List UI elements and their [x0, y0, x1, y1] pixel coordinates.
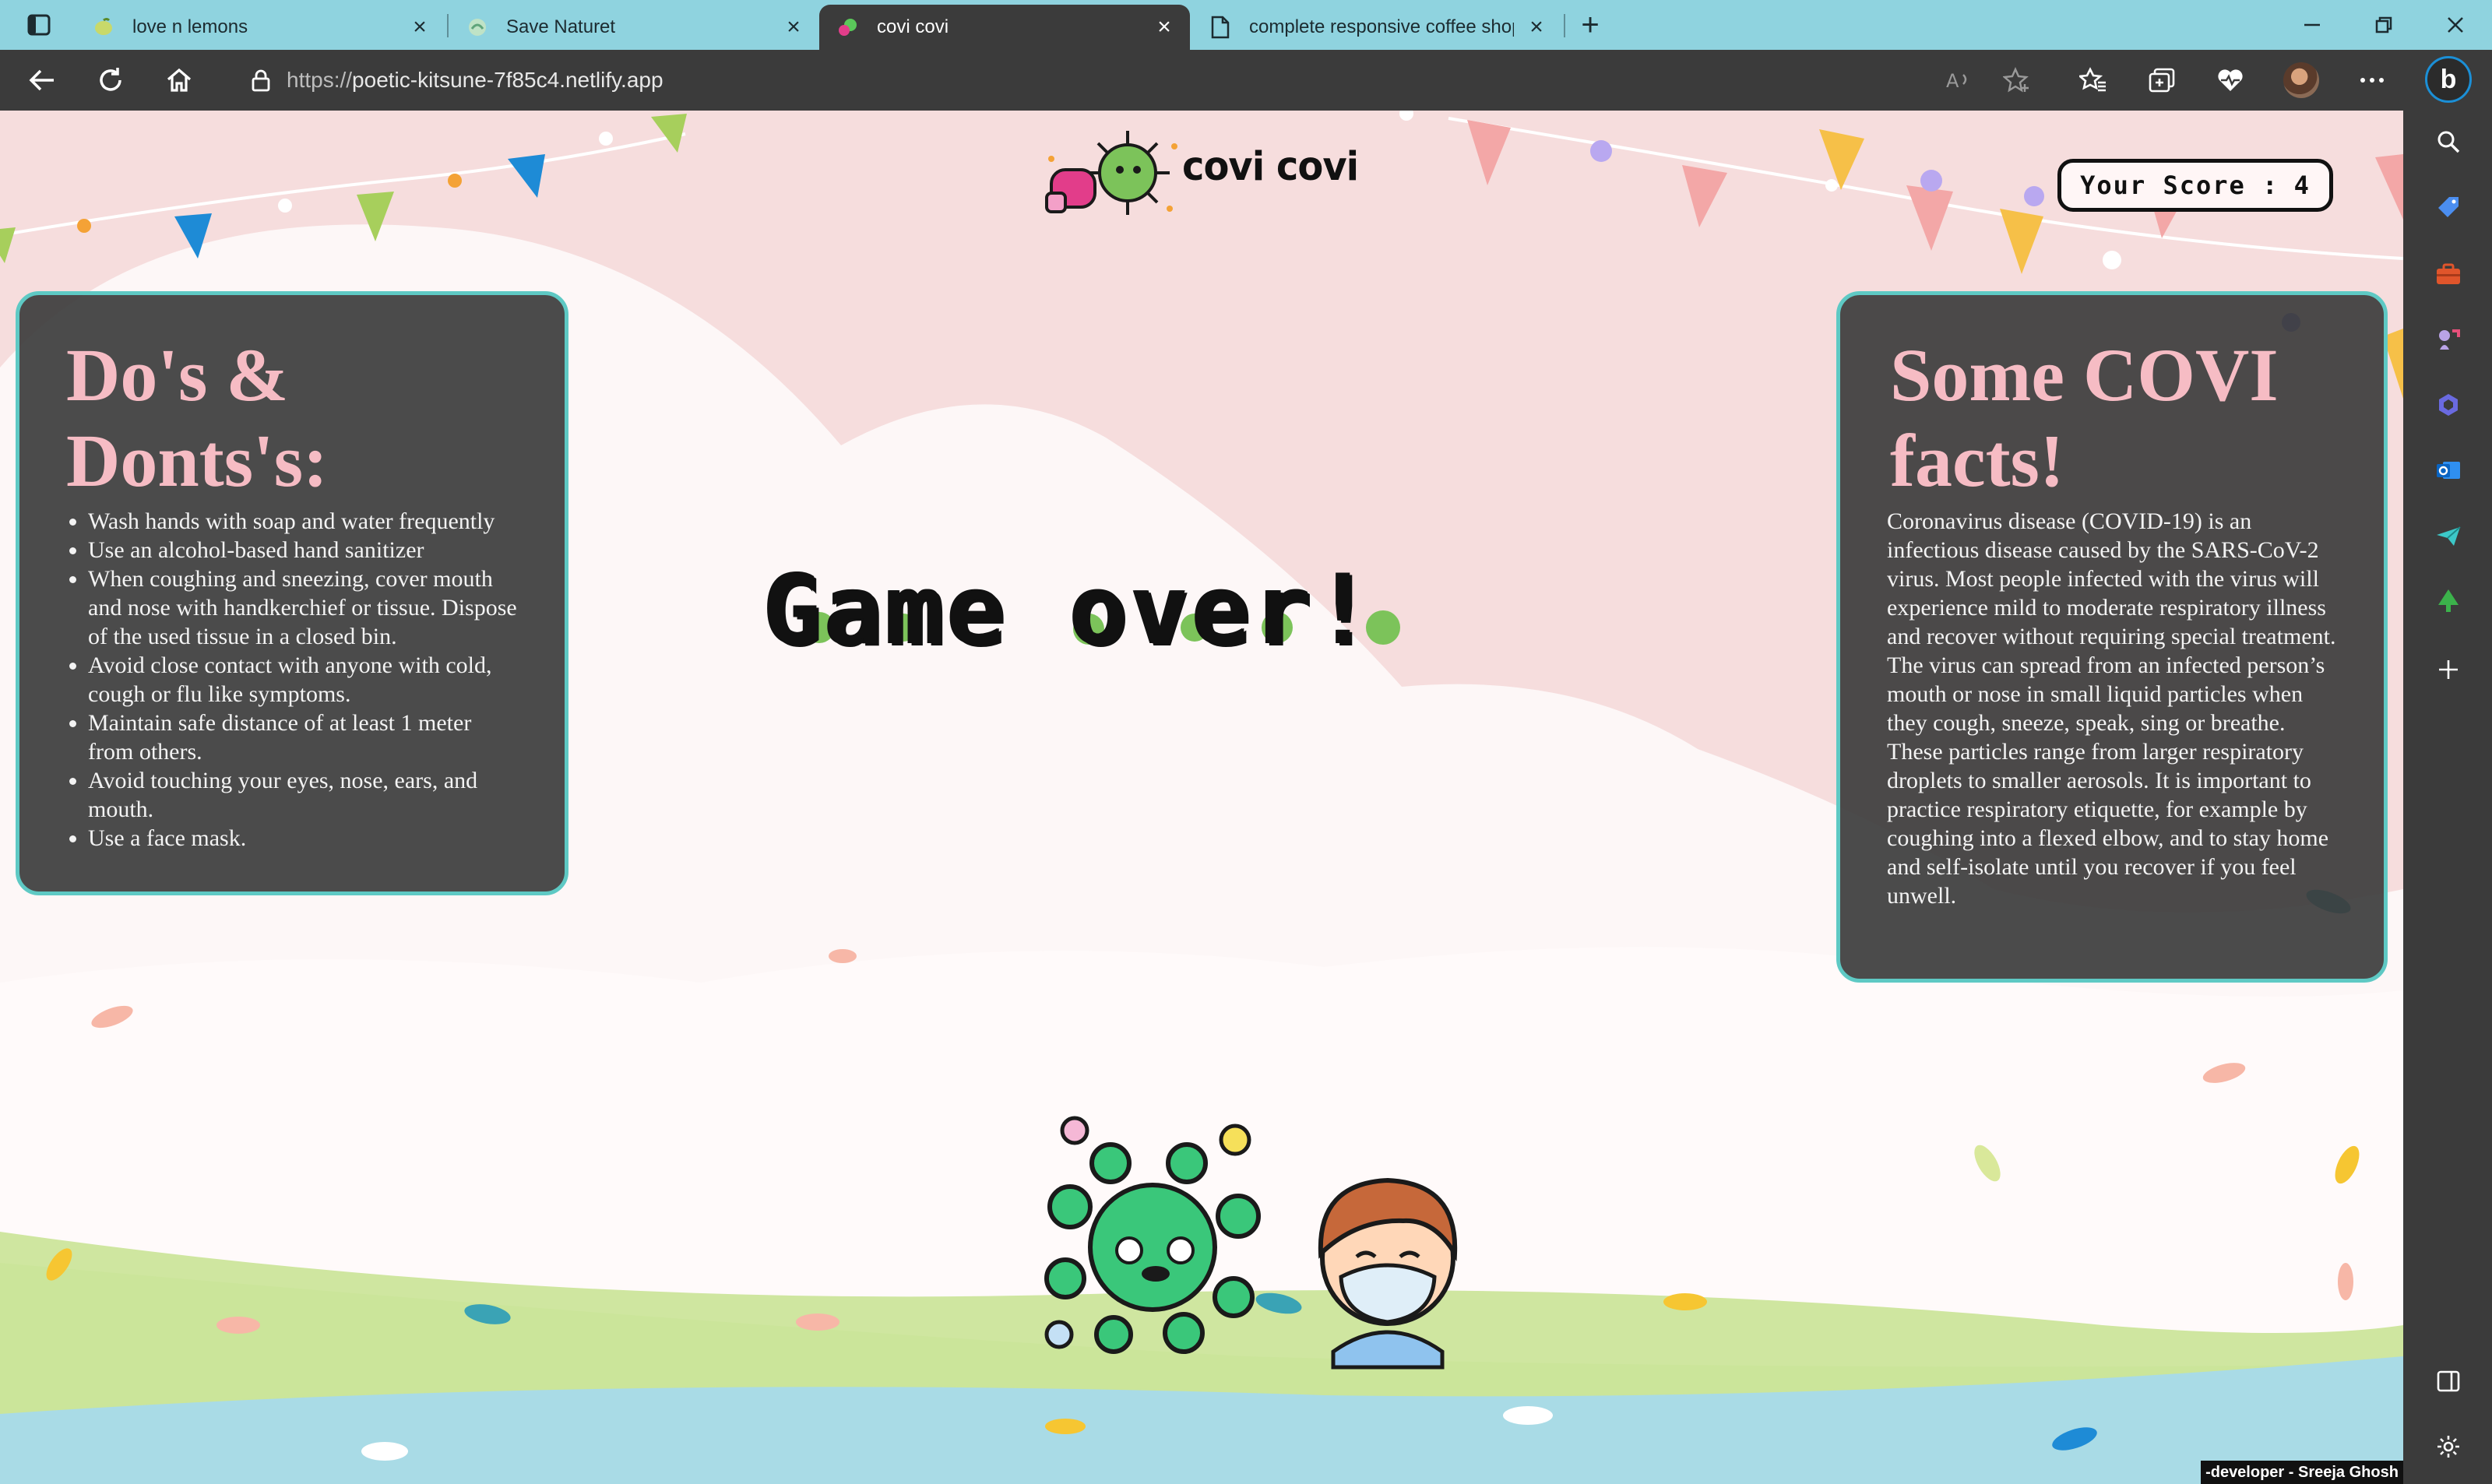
restore-icon	[2375, 16, 2392, 33]
minimize-button[interactable]	[2285, 6, 2339, 44]
copilot-icon	[2439, 394, 2458, 416]
restore-button[interactable]	[2356, 6, 2411, 44]
tools-icon	[2437, 263, 2460, 284]
nature-favicon-icon	[466, 16, 489, 39]
list-item: Use an alcohol-based hand sanitizer	[88, 536, 521, 564]
tab-divider	[1564, 14, 1565, 37]
covi-facts-panel: Some COVI facts! Coronavirus disease (CO…	[1836, 291, 2388, 983]
tab-title: covi covi	[877, 16, 949, 37]
games-icon	[2439, 329, 2460, 350]
favorites-button[interactable]	[2071, 61, 2115, 100]
tab-close-icon[interactable]: ×	[1153, 14, 1176, 40]
sidebar-outlook-button[interactable]	[2428, 450, 2469, 491]
list-item: Avoid touching your eyes, nose, ears, an…	[88, 766, 521, 824]
sidebar-add-button[interactable]	[2428, 649, 2469, 690]
browser-essentials-icon	[2218, 69, 2243, 91]
list-item: Maintain safe distance of at least 1 met…	[88, 709, 521, 766]
reload-button[interactable]	[89, 61, 132, 100]
lock-icon[interactable]	[249, 69, 273, 92]
covi-favicon-icon	[836, 16, 860, 39]
url-scheme: https://	[287, 68, 353, 92]
plus-icon: +	[1581, 7, 1600, 42]
home-icon	[167, 68, 192, 92]
bing-copilot-icon: b	[2440, 64, 2457, 94]
tab-covi-covi[interactable]: covi covi ×	[819, 5, 1190, 50]
minimize-icon	[2304, 23, 2320, 26]
page-favicon-icon	[1209, 16, 1232, 39]
tab-actions-button[interactable]	[17, 9, 61, 40]
list-item: Avoid close contact with anyone with col…	[88, 651, 521, 709]
sidebar-tools-button[interactable]	[2428, 254, 2469, 294]
covi-facts-title: Some COVI facts!	[1890, 333, 2279, 502]
game-over-banner: Game over!	[763, 556, 1448, 665]
bing-copilot-button[interactable]: b	[2425, 56, 2472, 103]
sidebar-shopping-button[interactable]	[2428, 187, 2469, 227]
shopping-tag-icon	[2438, 197, 2459, 217]
list-item: Wash hands with soap and water frequentl…	[88, 507, 521, 536]
sidebar-tree-button[interactable]	[2428, 581, 2469, 621]
close-icon	[2448, 17, 2463, 33]
tab-title: Save Naturet	[506, 16, 616, 37]
new-tab-button[interactable]: +	[1572, 8, 1609, 42]
home-button[interactable]	[157, 61, 201, 100]
score-value: 4	[2293, 171, 2311, 200]
tree-icon	[2438, 589, 2459, 612]
list-item: Use a face mask.	[88, 824, 521, 853]
game-page: covi covi Your Score : 4 Do's & Donts's:…	[0, 111, 2403, 1484]
url-text[interactable]: https://poetic-kitsune-7f85c4.netlify.ap…	[287, 68, 663, 93]
svg-text:A: A	[1946, 70, 1959, 92]
tab-title: love n lemons	[132, 16, 248, 37]
dos-and-donts-title: Do's & Donts's:	[66, 333, 329, 502]
tab-save-naturet[interactable]: Save Naturet ×	[449, 5, 819, 50]
read-aloud-icon: A	[1946, 70, 1967, 92]
tab-close-icon[interactable]: ×	[408, 14, 431, 40]
collections-icon	[2149, 68, 2175, 93]
sidebar-games-button[interactable]	[2428, 319, 2469, 360]
navigation-toolbar: https://poetic-kitsune-7f85c4.netlify.ap…	[0, 50, 2417, 111]
tab-love-n-lemons[interactable]: love n lemons ×	[75, 5, 445, 50]
tab-title: complete responsive coffee shop	[1249, 16, 1514, 37]
search-icon	[2437, 131, 2460, 153]
covi-facts-text: Coronavirus disease (COVID-19) is an inf…	[1887, 508, 2336, 909]
settings-icon	[2437, 1436, 2459, 1458]
tab-actions-icon	[27, 14, 51, 36]
list-item: When coughing and sneezing, cover mouth …	[88, 564, 521, 651]
tab-close-icon[interactable]: ×	[782, 14, 805, 40]
add-favorite-button[interactable]	[1995, 61, 2039, 100]
profile-avatar[interactable]	[2283, 62, 2319, 98]
split-screen-icon	[2437, 1370, 2460, 1392]
add-favorite-icon	[2003, 67, 2029, 93]
back-arrow-icon	[29, 69, 54, 91]
tab-close-icon[interactable]: ×	[1525, 14, 1548, 40]
lemon-favicon-icon	[92, 16, 115, 39]
send-icon	[2437, 526, 2461, 546]
logo-title: covi covi	[1182, 143, 1359, 190]
sidebar-copilot-button[interactable]	[2428, 385, 2469, 425]
read-aloud-button[interactable]: A	[1936, 61, 1980, 100]
score-label: Your Score :	[2080, 171, 2279, 200]
developer-credit: -developer - Sreeja Ghosh	[2201, 1461, 2403, 1484]
close-window-button[interactable]	[2428, 6, 2483, 44]
sidebar-search-button[interactable]	[2428, 121, 2469, 162]
tab-strip: love n lemons × Save Naturet × covi covi…	[0, 0, 2492, 50]
url-host: poetic-kitsune-7f85c4.netlify.app	[352, 68, 663, 92]
tab-coffee-shop[interactable]: complete responsive coffee shop ×	[1191, 5, 1562, 50]
address-bar[interactable]: https://poetic-kitsune-7f85c4.netlify.ap…	[226, 59, 1269, 101]
more-options-button[interactable]	[2350, 61, 2394, 100]
sidebar-settings-button[interactable]	[2428, 1426, 2469, 1467]
reload-icon	[100, 68, 121, 91]
score-display: Your Score : 4	[2057, 159, 2333, 212]
game-over-text: Game over!	[763, 554, 1376, 666]
outlook-icon	[2437, 462, 2460, 479]
dos-and-donts-panel: Do's & Donts's: Wash hands with soap and…	[16, 291, 568, 895]
add-icon	[2439, 660, 2458, 679]
collections-button[interactable]	[2140, 61, 2184, 100]
browser-essentials-button[interactable]	[2209, 61, 2252, 100]
more-icon	[2360, 78, 2384, 83]
sidebar-split-screen-button[interactable]	[2428, 1361, 2469, 1401]
dos-and-donts-list: Wash hands with soap and water frequentl…	[63, 507, 521, 853]
back-button[interactable]	[20, 61, 64, 100]
sidebar-send-button[interactable]	[2428, 515, 2469, 556]
favorites-icon	[2079, 67, 2106, 92]
